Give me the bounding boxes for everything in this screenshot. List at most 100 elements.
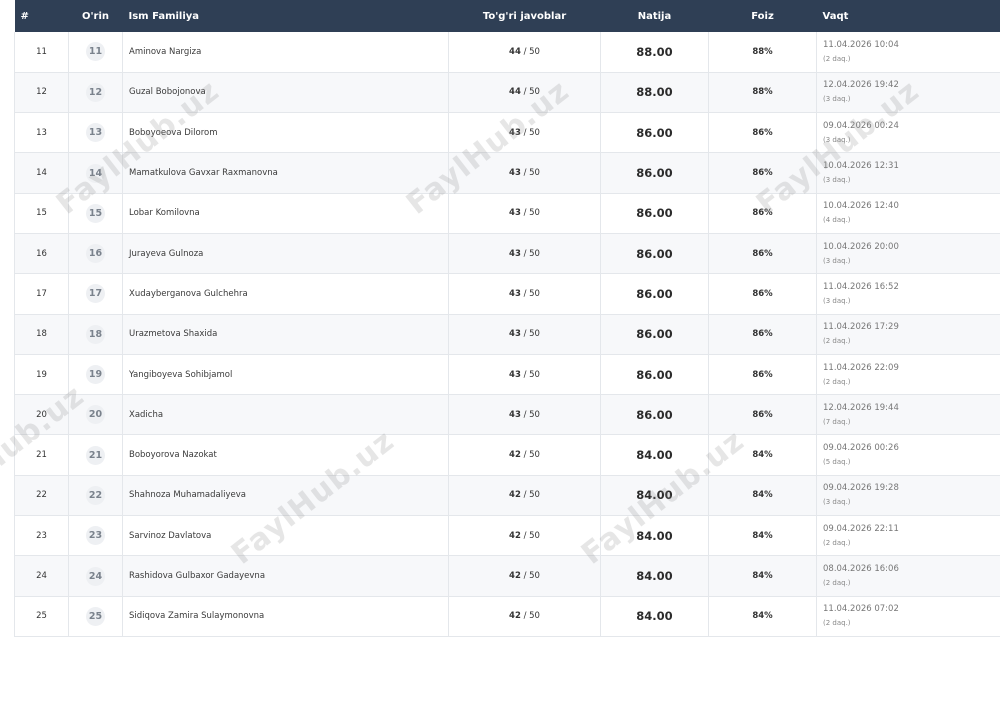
percent-value: 84% — [752, 450, 773, 461]
correct-answers: 43 / 50 — [448, 193, 601, 234]
rank-badge: 18 — [86, 324, 105, 344]
rank-badge: 12 — [86, 82, 105, 102]
score-cell: 86.00 — [600, 273, 709, 315]
score-value: 84.00 — [636, 569, 673, 583]
duration: (3 daq.) — [823, 296, 851, 305]
row-number: 11 — [14, 32, 69, 73]
correct-answers: 42 / 50 — [448, 515, 601, 557]
total-questions: / 50 — [523, 208, 540, 219]
table-row: 19 19 Yangiboyeva Sohibjamol 43 / 50 86.00 86… — [14, 354, 1000, 396]
correct-count: 43 — [509, 127, 521, 138]
percent-cell: 84% — [708, 596, 817, 637]
percent-value: 88% — [752, 46, 773, 57]
percent-cell: 88% — [708, 72, 817, 114]
table-body: 11 11 Aminova Nargiza 44 / 50 88.00 88% 11.04.… — [14, 32, 1000, 637]
percent-cell: 84% — [708, 555, 817, 597]
duration: (4 daq.) — [823, 216, 851, 225]
row-number: 16 — [14, 233, 69, 275]
score-value: 84.00 — [636, 528, 673, 543]
total-questions: / 50 — [523, 329, 540, 340]
rank-cell: 17 — [68, 273, 123, 315]
row-number: 12 — [14, 72, 69, 114]
score-cell: 86.00 — [600, 112, 709, 154]
total-questions: / 50 — [523, 369, 540, 380]
rank-cell: 22 — [68, 475, 123, 517]
percent-cell: 84% — [708, 434, 817, 476]
participant-name: Yangiboyeva Sohibjamol — [122, 354, 449, 396]
submission-time: 09.04.2026 19:28 — [823, 483, 899, 494]
correct-count: 42 — [509, 611, 521, 622]
score-value: 84.00 — [636, 448, 673, 463]
correct-count: 43 — [509, 369, 521, 380]
header-name: Ism Familiya — [128, 10, 200, 22]
participant-name: Boboyorova Nazokat — [122, 434, 449, 476]
correct-count: 43 — [509, 208, 521, 219]
row-number: 19 — [14, 354, 69, 396]
submission-time: 11.04.2026 22:09 — [823, 362, 899, 373]
rank-cell: 25 — [68, 596, 123, 637]
rank-cell: 16 — [68, 233, 123, 275]
correct-count: 43 — [509, 248, 521, 259]
percent-cell: 86% — [708, 112, 817, 154]
rank-cell: 21 — [68, 434, 123, 476]
score-value: 86.00 — [636, 125, 673, 140]
percent-cell: 86% — [708, 273, 817, 315]
score-value: 86.00 — [636, 206, 673, 221]
percent-value: 86% — [752, 127, 773, 138]
table-row: 22 22 Shahnoza Muhamadaliyeva 42 / 50 84.00 8… — [14, 475, 1000, 517]
row-number: 23 — [14, 515, 69, 557]
total-questions: / 50 — [523, 530, 540, 541]
score-value: 84.00 — [636, 609, 673, 624]
duration: (3 daq.) — [823, 498, 851, 507]
header-num: # — [20, 10, 29, 22]
total-questions: / 50 — [523, 490, 540, 501]
participant-name: Guzal Bobojonova — [122, 72, 449, 114]
row-number: 24 — [14, 555, 69, 597]
duration: (7 daq.) — [823, 417, 851, 426]
participant-name: Lobar Komilovna — [122, 193, 449, 234]
table-row: 18 18 Urazmetova Shaxida 43 / 50 86.00 86% 11.… — [14, 314, 1000, 355]
time-cell: 09.04.2026 19:28 (3 daq.) — [816, 475, 1000, 517]
rank-badge: 22 — [86, 485, 105, 505]
header-rank: O'rin — [81, 10, 110, 22]
submission-time: 11.04.2026 17:29 — [823, 322, 899, 333]
rank-badge: 20 — [86, 405, 105, 425]
percent-value: 86% — [752, 369, 773, 380]
correct-answers: 42 / 50 — [448, 475, 601, 517]
submission-time: 11.04.2026 16:52 — [823, 281, 899, 292]
correct-answers: 42 / 50 — [448, 596, 601, 637]
participant-name: Rashidova Gulbaxor Gadayevna — [122, 555, 449, 597]
time-cell: 09.04.2026 22:11 (2 daq.) — [816, 515, 1000, 557]
rank-badge: 13 — [86, 123, 105, 143]
total-questions: / 50 — [523, 611, 540, 622]
percent-value: 86% — [752, 288, 773, 299]
rank-badge: 11 — [86, 42, 105, 62]
score-cell: 88.00 — [600, 32, 709, 73]
duration: (2 daq.) — [823, 377, 851, 386]
score-cell: 84.00 — [600, 515, 709, 557]
submission-time: 09.04.2026 00:24 — [823, 120, 899, 131]
score-value: 86.00 — [636, 407, 673, 422]
row-number: 25 — [14, 596, 69, 637]
rank-badge: 17 — [86, 284, 105, 304]
participant-name: Mamatkulova Gavxar Raxmanovna — [122, 152, 449, 194]
correct-answers: 43 / 50 — [448, 273, 601, 315]
table-row: 17 17 Xudayberganova Gulchehra 43 / 50 86.00… — [14, 273, 1000, 315]
percent-cell: 84% — [708, 515, 817, 557]
header-percent: Foiz — [751, 10, 774, 22]
percent-cell: 86% — [708, 233, 817, 275]
rank-badge: 16 — [86, 244, 105, 264]
rank-cell: 23 — [68, 515, 123, 557]
correct-count: 43 — [509, 168, 521, 179]
score-value: 88.00 — [636, 85, 673, 100]
rank-cell: 12 — [68, 72, 123, 114]
percent-value: 88% — [752, 87, 773, 98]
correct-count: 44 — [509, 46, 521, 57]
correct-answers: 43 / 50 — [448, 112, 601, 154]
duration: (2 daq.) — [823, 619, 851, 628]
percent-value: 86% — [752, 248, 773, 259]
table-row: 15 15 Lobar Komilovna 43 / 50 86.00 86% 10.04.… — [14, 193, 1000, 234]
submission-time: 12.04.2026 19:44 — [823, 402, 899, 413]
submission-time: 11.04.2026 10:04 — [823, 39, 899, 50]
percent-cell: 86% — [708, 193, 817, 234]
